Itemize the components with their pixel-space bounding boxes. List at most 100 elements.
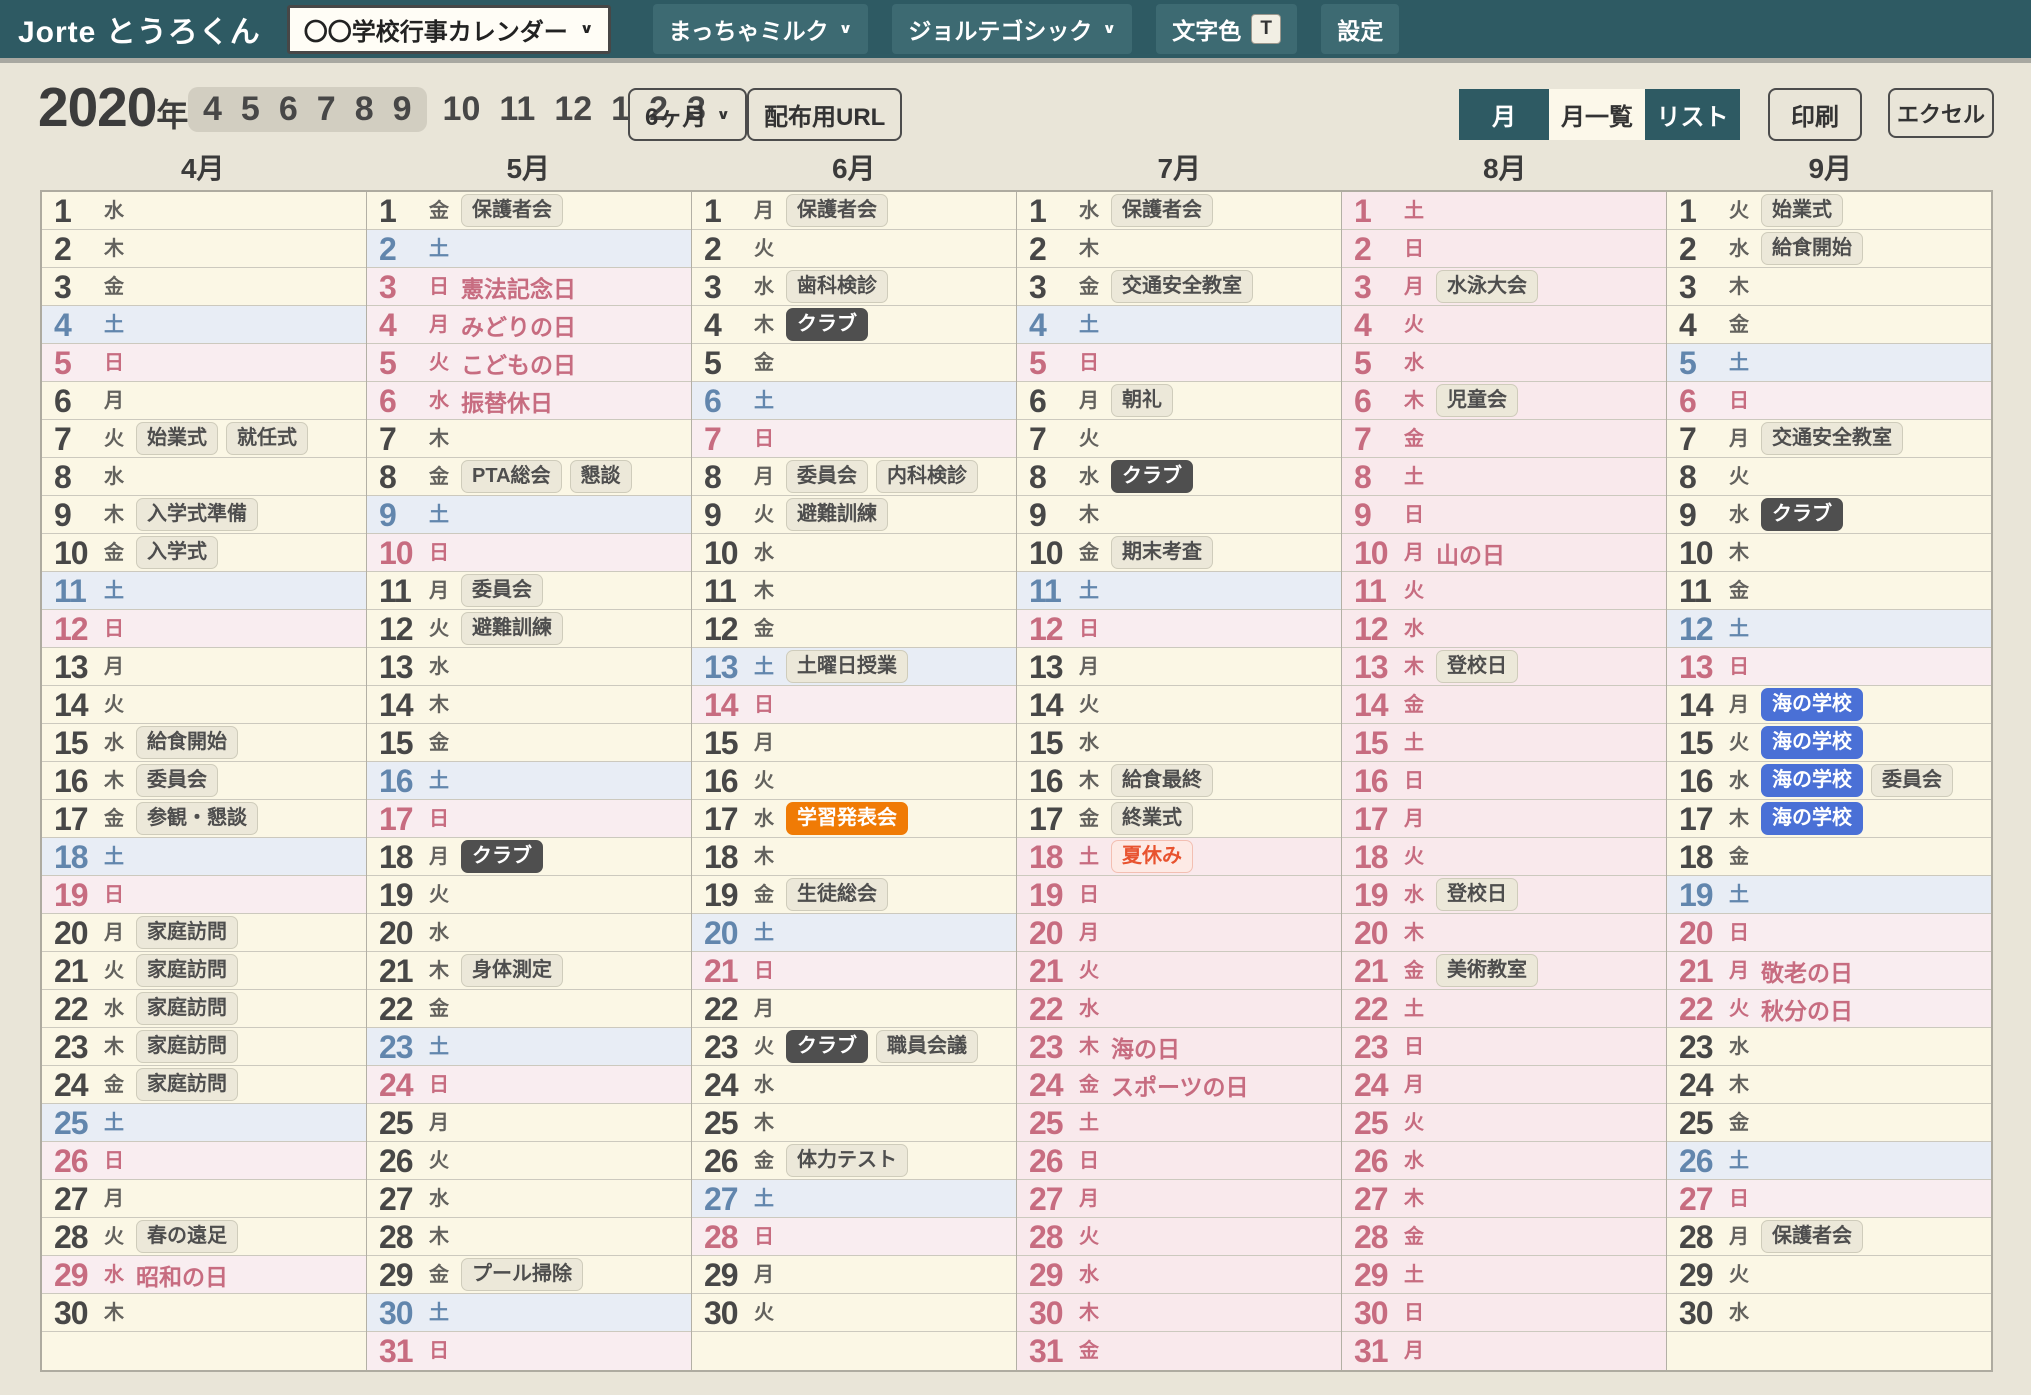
day-cell-7月-16[interactable]: 16 木給食最終 bbox=[1017, 762, 1341, 800]
day-cell-4月-12[interactable]: 12 日 bbox=[42, 610, 366, 648]
day-cell-5月-2[interactable]: 2土 bbox=[367, 230, 691, 268]
day-cell-9月-19[interactable]: 19 土 bbox=[1667, 876, 1991, 914]
day-cell-6月-11[interactable]: 11 木 bbox=[692, 572, 1016, 610]
day-cell-6月-5[interactable]: 5金 bbox=[692, 344, 1016, 382]
day-cell-8月-4[interactable]: 4火 bbox=[1342, 306, 1666, 344]
day-cell-4月-15[interactable]: 15 水給食開始 bbox=[42, 724, 366, 762]
day-cell-6月-30[interactable]: 30 火 bbox=[692, 1294, 1016, 1332]
day-cell-7月-8[interactable]: 8 水クラブ bbox=[1017, 458, 1341, 496]
day-cell-5月-30[interactable]: 30 土 bbox=[367, 1294, 691, 1332]
day-cell-9月-12[interactable]: 12 土 bbox=[1667, 610, 1991, 648]
day-cell-7月-17[interactable]: 17 金終業式 bbox=[1017, 800, 1341, 838]
day-cell-5月-21[interactable]: 21 木身体測定 bbox=[367, 952, 691, 990]
day-cell-6月-18[interactable]: 18 木 bbox=[692, 838, 1016, 876]
event-badge[interactable]: 交通安全教室 bbox=[1111, 270, 1253, 303]
distribution-url-button[interactable]: 配布用URL bbox=[747, 88, 903, 141]
print-button[interactable]: 印刷 bbox=[1768, 88, 1862, 141]
day-cell-4月-28[interactable]: 28 火春の遠足 bbox=[42, 1218, 366, 1256]
event-badge[interactable]: 委員会 bbox=[136, 764, 218, 797]
month-nav-4[interactable]: 4 bbox=[203, 90, 222, 129]
event-badge[interactable]: プール掃除 bbox=[461, 1258, 583, 1291]
event-badge[interactable]: PTA総会 bbox=[461, 460, 562, 493]
day-cell-9月-8[interactable]: 8火 bbox=[1667, 458, 1991, 496]
day-cell-9月-14[interactable]: 14 月海の学校 bbox=[1667, 686, 1991, 724]
day-cell-6月-7[interactable]: 7日 bbox=[692, 420, 1016, 458]
day-cell-8月-27[interactable]: 27 木 bbox=[1342, 1180, 1666, 1218]
day-cell-8月-24[interactable]: 24 月 bbox=[1342, 1066, 1666, 1104]
day-cell-5月-18[interactable]: 18 月クラブ bbox=[367, 838, 691, 876]
event-badge[interactable]: 家庭訪問 bbox=[136, 916, 238, 949]
day-cell-7月-23[interactable]: 23 木海の日 bbox=[1017, 1028, 1341, 1066]
day-cell-9月-24[interactable]: 24 木 bbox=[1667, 1066, 1991, 1104]
settings-button[interactable]: 設定 bbox=[1321, 4, 1400, 54]
day-cell-5月-16[interactable]: 16 土 bbox=[367, 762, 691, 800]
event-badge[interactable]: 土曜日授業 bbox=[786, 650, 908, 683]
event-badge[interactable]: 海の学校 bbox=[1761, 688, 1863, 721]
day-cell-7月-1[interactable]: 1 水保護者会 bbox=[1017, 192, 1341, 230]
day-cell-5月-19[interactable]: 19 火 bbox=[367, 876, 691, 914]
day-cell-5月-6[interactable]: 6 水振替休日 bbox=[367, 382, 691, 420]
day-cell-6月-27[interactable]: 27 土 bbox=[692, 1180, 1016, 1218]
event-badge[interactable]: 夏休み bbox=[1111, 840, 1193, 873]
event-badge[interactable]: 期末考査 bbox=[1111, 536, 1213, 569]
day-cell-9月-20[interactable]: 20 日 bbox=[1667, 914, 1991, 952]
day-cell-4月-30[interactable]: 30 木 bbox=[42, 1294, 366, 1332]
day-cell-5月-29[interactable]: 29 金プール掃除 bbox=[367, 1256, 691, 1294]
event-badge[interactable]: 登校日 bbox=[1436, 878, 1518, 911]
event-badge[interactable]: 職員会議 bbox=[876, 1030, 978, 1063]
day-cell-4月-11[interactable]: 11 土 bbox=[42, 572, 366, 610]
event-badge[interactable]: 春の遠足 bbox=[136, 1220, 238, 1253]
calendar-select[interactable]: 〇〇学校行事カレンダー ∨ bbox=[286, 4, 611, 54]
day-cell-6月-1[interactable]: 1 月保護者会 bbox=[692, 192, 1016, 230]
text-color-swatch[interactable]: T bbox=[1251, 14, 1282, 44]
day-cell-7月-31[interactable]: 31 金 bbox=[1017, 1332, 1341, 1370]
day-cell-4月-6[interactable]: 6月 bbox=[42, 382, 366, 420]
event-badge[interactable]: 保護者会 bbox=[786, 194, 888, 227]
day-cell-9月-17[interactable]: 17 木海の学校 bbox=[1667, 800, 1991, 838]
day-cell-6月-15[interactable]: 15 月 bbox=[692, 724, 1016, 762]
event-badge[interactable]: 始業式 bbox=[1761, 194, 1843, 227]
day-cell-7月-19[interactable]: 19 日 bbox=[1017, 876, 1341, 914]
event-badge[interactable]: クラブ bbox=[1111, 460, 1193, 493]
day-cell-7月-4[interactable]: 4土 bbox=[1017, 306, 1341, 344]
day-cell-9月-28[interactable]: 28 月保護者会 bbox=[1667, 1218, 1991, 1256]
event-badge[interactable]: 歯科検診 bbox=[786, 270, 888, 303]
event-badge[interactable]: 保護者会 bbox=[461, 194, 563, 227]
day-cell-9月-11[interactable]: 11 金 bbox=[1667, 572, 1991, 610]
event-badge[interactable]: 生徒総会 bbox=[786, 878, 888, 911]
month-nav-5[interactable]: 5 bbox=[241, 90, 260, 129]
day-cell-7月-18[interactable]: 18 土夏休み bbox=[1017, 838, 1341, 876]
day-cell-9月-3[interactable]: 3木 bbox=[1667, 268, 1991, 306]
day-cell-8月-14[interactable]: 14 金 bbox=[1342, 686, 1666, 724]
day-cell-7月-12[interactable]: 12 日 bbox=[1017, 610, 1341, 648]
event-badge[interactable]: 入学式 bbox=[136, 536, 218, 569]
event-badge[interactable]: 児童会 bbox=[1436, 384, 1518, 417]
day-cell-5月-4[interactable]: 4 月みどりの日 bbox=[367, 306, 691, 344]
day-cell-5月-26[interactable]: 26 火 bbox=[367, 1142, 691, 1180]
day-cell-7月-21[interactable]: 21 火 bbox=[1017, 952, 1341, 990]
event-badge[interactable]: 終業式 bbox=[1111, 802, 1193, 835]
day-cell-8月-10[interactable]: 10 月山の日 bbox=[1342, 534, 1666, 572]
theme-select[interactable]: まっちゃミルク ∨ bbox=[652, 4, 869, 54]
day-cell-9月-18[interactable]: 18 金 bbox=[1667, 838, 1991, 876]
day-cell-9月-22[interactable]: 22 火秋分の日 bbox=[1667, 990, 1991, 1028]
day-cell-6月-25[interactable]: 25 木 bbox=[692, 1104, 1016, 1142]
day-cell-8月-13[interactable]: 13 木登校日 bbox=[1342, 648, 1666, 686]
day-cell-9月-1[interactable]: 1 火始業式 bbox=[1667, 192, 1991, 230]
day-cell-8月-28[interactable]: 28 金 bbox=[1342, 1218, 1666, 1256]
event-badge[interactable]: 海の学校 bbox=[1761, 726, 1863, 759]
event-badge[interactable]: 始業式 bbox=[136, 422, 218, 455]
event-badge[interactable]: クラブ bbox=[1761, 498, 1843, 531]
day-cell-9月-27[interactable]: 27 日 bbox=[1667, 1180, 1991, 1218]
event-badge[interactable]: 内科検診 bbox=[876, 460, 978, 493]
event-badge[interactable]: 保護者会 bbox=[1111, 194, 1213, 227]
day-cell-7月-25[interactable]: 25 土 bbox=[1017, 1104, 1341, 1142]
day-cell-8月-2[interactable]: 2日 bbox=[1342, 230, 1666, 268]
day-cell-6月-12[interactable]: 12 金 bbox=[692, 610, 1016, 648]
day-cell-8月-19[interactable]: 19 水登校日 bbox=[1342, 876, 1666, 914]
day-cell-4月-10[interactable]: 10 金入学式 bbox=[42, 534, 366, 572]
day-cell-6月-19[interactable]: 19 金生徒総会 bbox=[692, 876, 1016, 914]
day-cell-5月-5[interactable]: 5 火こどもの日 bbox=[367, 344, 691, 382]
day-cell-8月-15[interactable]: 15 土 bbox=[1342, 724, 1666, 762]
event-badge[interactable]: 参観・懇談 bbox=[136, 802, 258, 835]
